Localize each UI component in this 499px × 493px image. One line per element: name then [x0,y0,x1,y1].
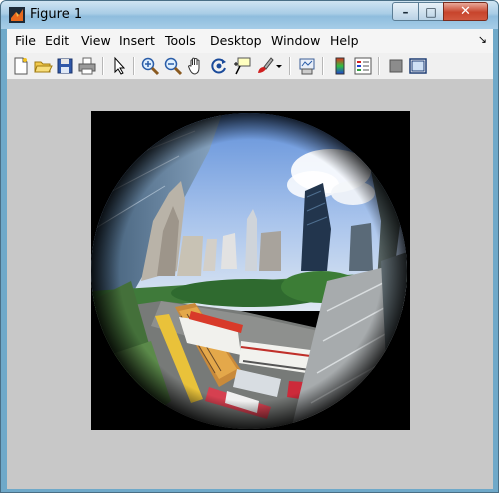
figure-canvas[interactable] [7,80,493,489]
print-button[interactable] [77,56,97,76]
toolbar-separator [322,57,324,75]
brush-menu-arrow[interactable] [274,56,284,76]
show-plot-tools-button[interactable] [408,56,428,76]
rotate-3d-button[interactable] [209,56,229,76]
data-cursor-button[interactable] [232,56,252,76]
link-plot-button[interactable] [297,56,317,76]
show-plot-tools-icon [409,58,427,74]
matlab-logo-icon [9,7,25,23]
menu-dock-arrow-icon[interactable]: ↘ [478,33,487,46]
print-icon [78,57,96,75]
close-button[interactable]: ✕ [443,2,488,21]
image-axes[interactable] [91,111,410,430]
zoom-in-button[interactable] [140,56,160,76]
new-figure-button[interactable] [11,56,31,76]
brush-button[interactable] [255,56,275,76]
window-title: Figure 1 [30,7,83,22]
pan-button[interactable] [186,56,206,76]
menu-insert[interactable]: Insert [119,33,155,48]
title-bar[interactable]: Figure 1 – □ ✕ [1,1,498,29]
zoom-out-icon [164,57,183,76]
pan-hand-icon [187,57,200,75]
minimize-button[interactable]: – [392,2,419,21]
brush-icon [258,57,274,73]
window-frame-bottom [1,489,498,492]
toolbar-separator [133,57,135,75]
dropdown-arrow-icon [276,65,282,68]
menu-help[interactable]: Help [330,33,359,48]
figure-toolbar [7,53,493,80]
hide-plot-tools-button[interactable] [386,56,406,76]
menu-tools[interactable]: Tools [165,33,196,48]
figure-window: Figure 1 – □ ✕ File Edit View Insert Too… [0,0,499,493]
zoom-out-button[interactable] [163,56,183,76]
open-file-icon [34,61,53,73]
legend-button[interactable] [353,56,373,76]
menu-desktop[interactable]: Desktop [210,33,262,48]
new-figure-icon [14,57,28,75]
hide-plot-tools-icon [389,59,403,73]
link-plot-icon [299,58,315,75]
toolbar-separator [289,57,291,75]
menu-bar: File Edit View Insert Tools Desktop Wind… [7,29,493,54]
minimize-icon: – [402,5,409,19]
toolbar-separator [378,57,380,75]
legend-icon [354,57,372,75]
fisheye-city-image [91,111,410,430]
open-file-button[interactable] [33,56,53,76]
zoom-in-icon [141,57,160,76]
colorbar-button[interactable] [330,56,350,76]
close-icon: ✕ [460,4,471,19]
maximize-icon: □ [425,5,437,19]
edit-plot-button[interactable] [109,56,129,76]
menu-file[interactable]: File [15,33,36,48]
rotate-3d-icon [211,58,226,74]
save-icon [57,58,73,74]
toolbar-separator [102,57,104,75]
colorbar-icon [335,57,345,75]
menu-view[interactable]: View [81,33,111,48]
figure-client-area: File Edit View Insert Tools Desktop Wind… [7,29,493,489]
edit-plot-arrow-icon [114,56,126,75]
data-cursor-icon [234,57,251,75]
maximize-button[interactable]: □ [418,2,444,21]
menu-window[interactable]: Window [271,33,320,48]
menu-edit[interactable]: Edit [45,33,69,48]
save-button[interactable] [55,56,75,76]
